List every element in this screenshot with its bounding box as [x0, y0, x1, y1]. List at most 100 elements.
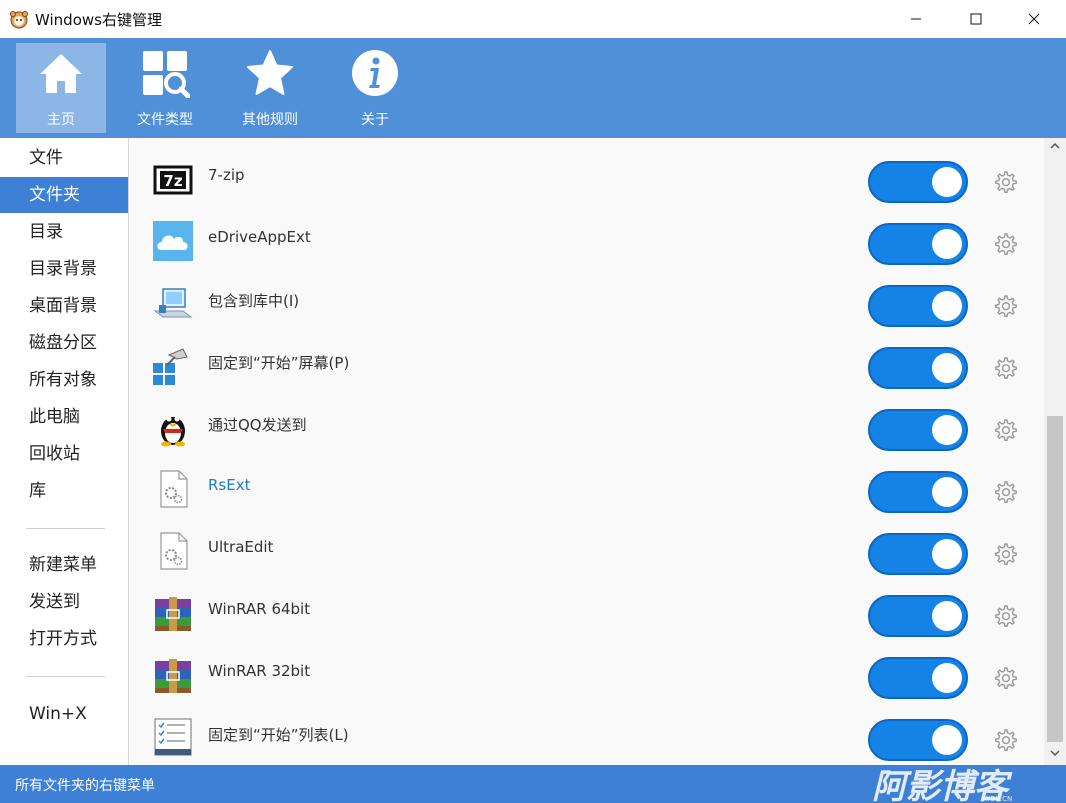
sidebar-item-open-with[interactable]: 打开方式 — [0, 621, 128, 657]
settings-file-icon — [160, 470, 188, 508]
sidebar-item-desktop-background[interactable]: 桌面背景 — [0, 288, 128, 324]
close-button[interactable] — [1011, 0, 1057, 38]
enable-toggle[interactable] — [868, 223, 968, 265]
gear-icon[interactable] — [992, 727, 1018, 753]
chevron-up-icon — [1050, 142, 1060, 149]
list-item-label: WinRAR 64bit — [208, 600, 311, 618]
svg-text:7z: 7z — [163, 172, 182, 190]
list-item-label: 通过QQ发送到 — [208, 416, 307, 434]
list-item-label: eDriveAppExt — [208, 228, 311, 246]
sidebar-item-directory-background[interactable]: 目录背景 — [0, 251, 128, 287]
list-item: 固定到“开始”列表(L) — [129, 703, 1044, 765]
list-item: UltraEdit — [129, 517, 1044, 580]
file-types-icon — [143, 51, 190, 98]
list-item: 固定到“开始”屏幕(P) — [129, 331, 1044, 394]
enable-toggle[interactable] — [868, 347, 968, 389]
enable-toggle[interactable] — [868, 285, 968, 327]
vertical-scrollbar[interactable] — [1044, 138, 1066, 765]
status-text: 所有文件夹的右键菜单 — [15, 778, 155, 794]
title-bar: Windows右键管理 — [0, 0, 1066, 39]
home-icon — [40, 54, 82, 93]
list-item-label: 固定到“开始”列表(L) — [208, 726, 349, 744]
maximize-button[interactable] — [953, 0, 999, 38]
list-item: 7z 7-zip — [129, 145, 1044, 208]
gear-icon[interactable] — [992, 293, 1018, 319]
toolbar-file-types-label: 文件类型 — [137, 112, 193, 128]
toggle-knob — [932, 725, 962, 755]
sidebar-item-file[interactable]: 文件 — [0, 140, 128, 176]
sidebar-item-this-pc[interactable]: 此电脑 — [0, 399, 128, 435]
list-item-label[interactable]: RsExt — [208, 476, 250, 494]
app-logo-icon — [10, 11, 28, 29]
sidebar-item-all-objects[interactable]: 所有对象 — [0, 362, 128, 398]
sidebar: 文件 文件夹 目录 目录背景 桌面背景 磁盘分区 所有对象 此电脑 回收站 库 … — [0, 138, 129, 765]
enable-toggle[interactable] — [868, 533, 968, 575]
pin-list-icon — [154, 718, 192, 756]
toggle-knob — [932, 415, 962, 445]
toggle-knob — [932, 539, 962, 569]
list-item: 包含到库中(I) — [129, 269, 1044, 332]
toolbar-about-button[interactable]: 关于 — [330, 43, 420, 133]
gear-icon[interactable] — [992, 665, 1018, 691]
sidebar-item-directory[interactable]: 目录 — [0, 214, 128, 250]
toolbar-home-label: 主页 — [47, 112, 75, 128]
sidebar-item-send-to[interactable]: 发送到 — [0, 584, 128, 620]
gear-icon[interactable] — [992, 169, 1018, 195]
enable-toggle[interactable] — [868, 409, 968, 451]
enable-toggle[interactable] — [868, 719, 968, 761]
toggle-knob — [932, 353, 962, 383]
sidebar-item-disk-partition[interactable]: 磁盘分区 — [0, 325, 128, 361]
toolbar-home-button[interactable]: 主页 — [16, 43, 106, 133]
list-item-label: 包含到库中(I) — [208, 292, 300, 310]
winrar-icon — [155, 659, 191, 693]
toolbar-other-rules-button[interactable]: 其他规则 — [225, 43, 315, 133]
sidebar-item-recycle-bin[interactable]: 回收站 — [0, 436, 128, 472]
toolbar-other-rules-label: 其他规则 — [242, 112, 298, 128]
toggle-knob — [932, 601, 962, 631]
qq-penguin-icon — [161, 416, 185, 447]
sidebar-divider — [26, 676, 105, 677]
list-item-label: 固定到“开始”屏幕(P) — [208, 354, 350, 372]
winrar-icon — [155, 597, 191, 631]
scroll-down-button[interactable] — [1044, 745, 1066, 765]
enable-toggle[interactable] — [868, 657, 968, 699]
close-icon — [1028, 13, 1040, 25]
main-toolbar: 主页 文件类型 其他规则 关于 — [0, 38, 1066, 138]
toggle-knob — [932, 663, 962, 693]
list-item-label: UltraEdit — [208, 538, 274, 556]
gear-icon[interactable] — [992, 355, 1018, 381]
enable-toggle[interactable] — [868, 471, 968, 513]
chevron-down-icon — [1050, 750, 1060, 757]
minimize-button[interactable] — [893, 0, 939, 38]
enable-toggle[interactable] — [868, 161, 968, 203]
scroll-up-button[interactable] — [1044, 138, 1066, 158]
toolbar-file-types-button[interactable]: 文件类型 — [120, 43, 210, 133]
list-item: WinRAR 32bit — [129, 641, 1044, 704]
gear-icon[interactable] — [992, 541, 1018, 567]
list-item: eDriveAppExt — [129, 207, 1044, 270]
sidebar-item-library[interactable]: 库 — [0, 473, 128, 509]
sidebar-divider — [26, 528, 105, 529]
enable-toggle[interactable] — [868, 595, 968, 637]
cloud-icon — [153, 221, 193, 261]
list-item-label: WinRAR 32bit — [208, 662, 311, 680]
sidebar-item-folder[interactable]: 文件夹 — [0, 177, 128, 213]
scroll-thumb[interactable] — [1047, 416, 1063, 742]
gear-icon[interactable] — [992, 603, 1018, 629]
toggle-knob — [932, 229, 962, 259]
maximize-icon — [970, 13, 982, 25]
gear-icon[interactable] — [992, 231, 1018, 257]
sidebar-item-win-x[interactable]: Win+X — [0, 696, 128, 732]
7zip-icon: 7z — [153, 165, 193, 195]
sidebar-item-new-menu[interactable]: 新建菜单 — [0, 547, 128, 583]
list-item: RsExt — [129, 455, 1044, 518]
gear-icon[interactable] — [992, 417, 1018, 443]
gear-icon[interactable] — [992, 479, 1018, 505]
list-item-label: 7-zip — [208, 166, 245, 184]
status-bar: 所有文件夹的右键菜单 阿影博客 AYBK.CN — [0, 765, 1066, 803]
star-icon — [247, 50, 293, 95]
toolbar-about-label: 关于 — [361, 112, 389, 128]
window-title: Windows右键管理 — [35, 11, 162, 29]
settings-file-icon — [160, 532, 188, 570]
toggle-knob — [932, 291, 962, 321]
